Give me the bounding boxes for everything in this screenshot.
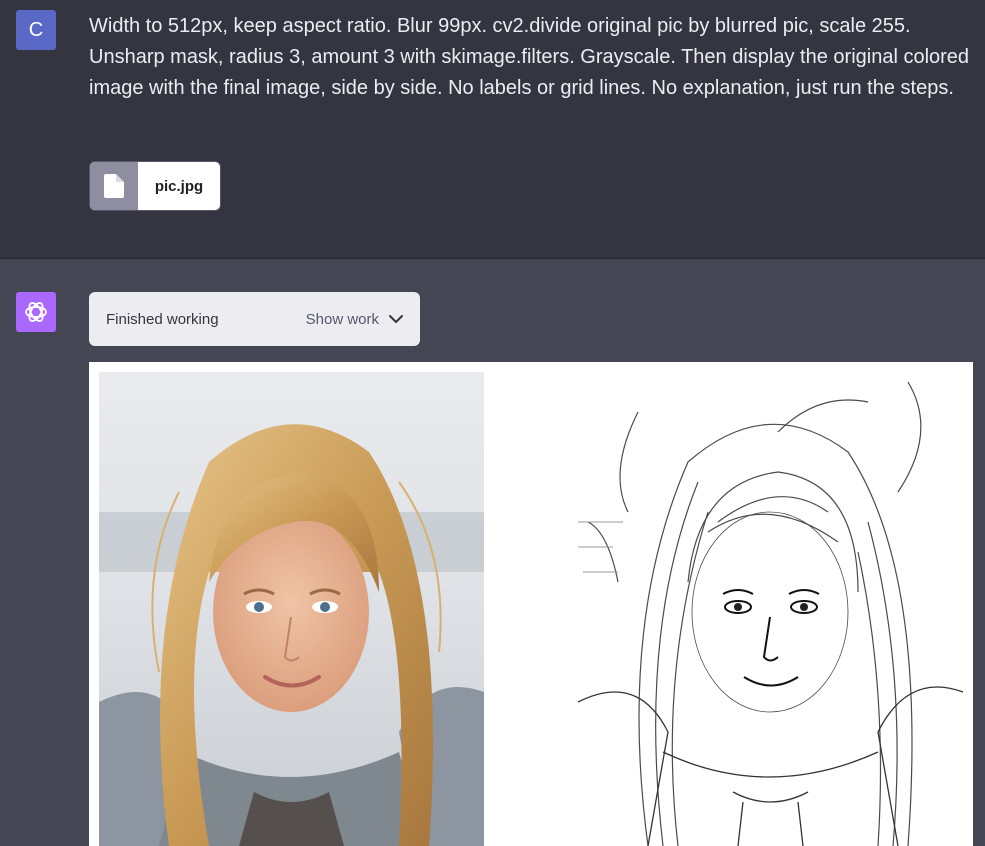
openai-logo-icon <box>16 292 56 332</box>
user-message-row: C Width to 512px, keep aspect ratio. Blu… <box>0 0 985 259</box>
output-image <box>89 362 973 846</box>
user-avatar-initial: C <box>28 18 44 41</box>
user-message-text: Width to 512px, keep aspect ratio. Blur … <box>89 15 970 99</box>
file-attachment[interactable]: pic.jpg <box>89 161 221 211</box>
file-icon <box>90 162 138 210</box>
file-name: pic.jpg <box>154 177 204 195</box>
chevron-down-icon <box>389 315 403 323</box>
sketch-result-image <box>578 372 963 846</box>
code-interpreter-status: Finished working Show work <box>89 292 420 346</box>
show-work-label: Show work <box>305 310 379 328</box>
original-photo <box>99 372 484 846</box>
user-avatar: C <box>16 10 56 50</box>
show-work-button[interactable]: Show work <box>306 311 403 328</box>
status-text: Finished working <box>106 310 219 328</box>
